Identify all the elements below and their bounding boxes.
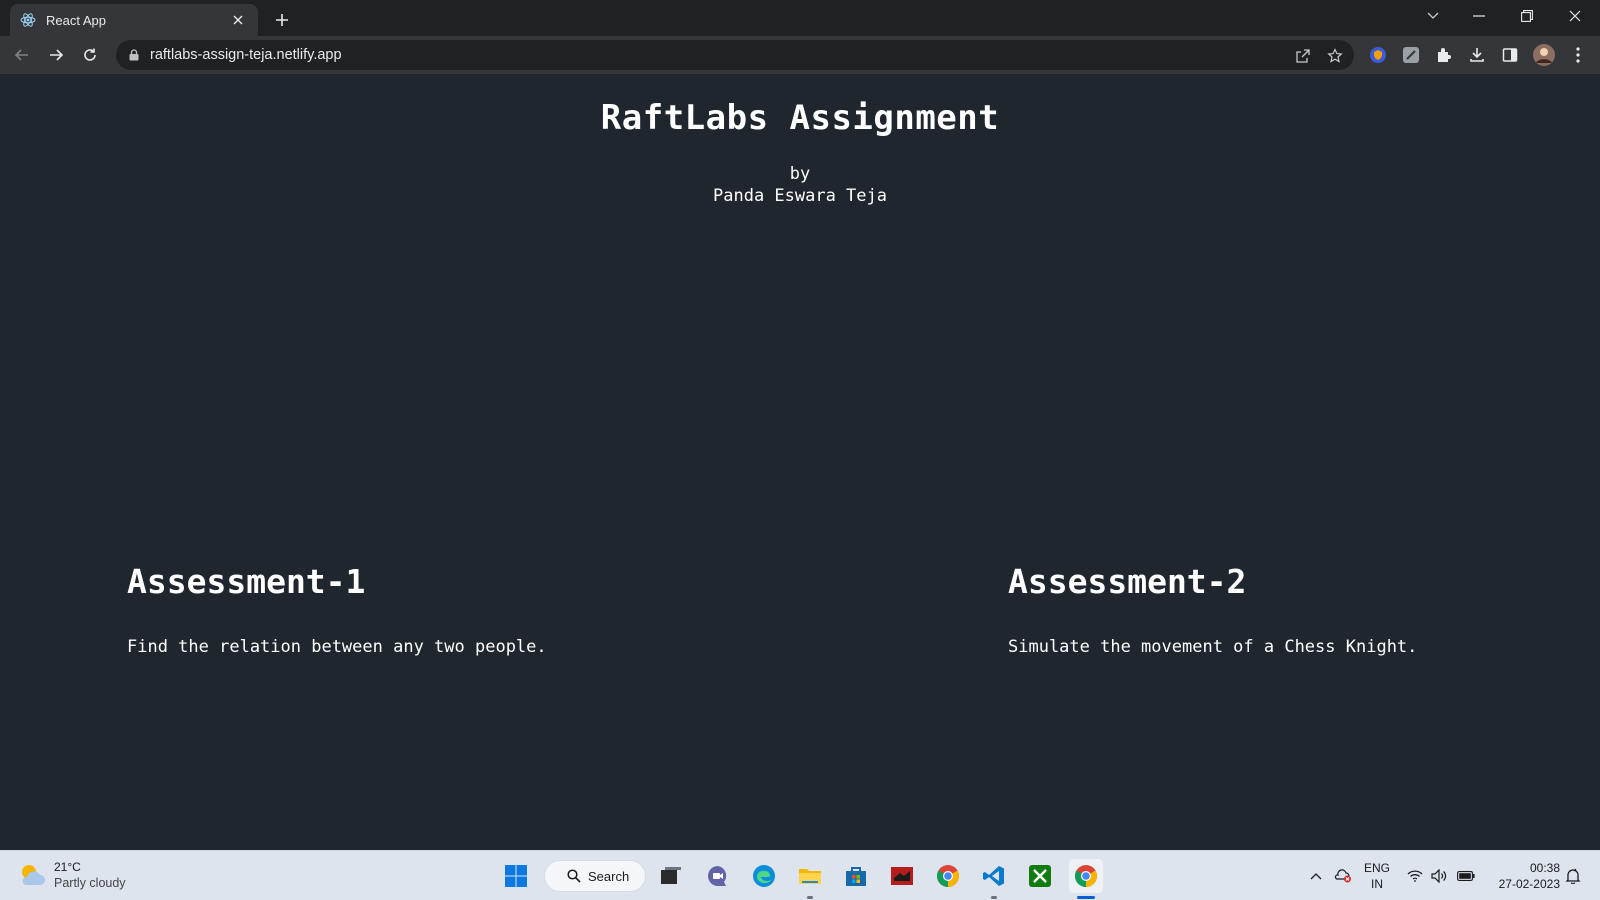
extensions-puzzle-icon[interactable] [1430, 41, 1458, 69]
cloud-error-icon [1334, 869, 1351, 883]
start-button[interactable] [499, 859, 533, 893]
search-icon [567, 869, 581, 883]
assessment-1-heading[interactable]: Assessment-1 [127, 562, 547, 601]
windows-logo-icon [505, 865, 527, 887]
forward-button[interactable] [42, 41, 70, 69]
lock-icon[interactable] [126, 47, 142, 63]
chrome-icon [937, 865, 959, 887]
tab-search-button[interactable] [1410, 0, 1456, 32]
battery-status[interactable] [1454, 851, 1478, 900]
teams-chat-button[interactable] [701, 859, 735, 893]
clock-date: 27-02-2023 [1498, 877, 1560, 891]
volume-status[interactable] [1428, 851, 1450, 900]
chat-icon [708, 866, 727, 886]
edge-icon [753, 865, 775, 887]
browser-tab[interactable]: React App [10, 4, 258, 36]
extension-pen-icon[interactable] [1397, 41, 1425, 69]
search-label: Search [588, 868, 630, 884]
red-app-button[interactable] [885, 859, 919, 893]
profile-avatar[interactable] [1530, 41, 1558, 69]
running-indicator [807, 896, 813, 899]
page-title: RaftLabs Assignment [600, 98, 1000, 138]
folder-icon [799, 869, 821, 884]
clock-time: 00:38 [1529, 861, 1560, 875]
chrome-active-button[interactable] [1069, 859, 1103, 899]
show-hidden-icons-button[interactable] [1306, 851, 1326, 900]
reload-icon [84, 48, 96, 61]
network-status[interactable] [1404, 851, 1426, 900]
vscode-icon [983, 866, 1004, 886]
assessment-1-description: Find the relation between any two people… [127, 637, 547, 657]
running-indicator [991, 896, 997, 899]
side-panel-icon[interactable] [1496, 41, 1524, 69]
weather-condition: Partly cloudy [54, 876, 126, 890]
close-icon [1569, 10, 1581, 22]
microsoft-store-button[interactable] [839, 859, 873, 893]
assessment-2-heading[interactable]: Assessment-2 [1008, 562, 1417, 601]
notifications-button[interactable] [1562, 851, 1584, 900]
store-icon [846, 867, 866, 886]
tab-title: React App [46, 12, 106, 28]
wifi-icon [1407, 870, 1423, 882]
arrow-right-icon [50, 49, 64, 61]
chevron-down-icon [1427, 12, 1439, 19]
task-view-button[interactable] [654, 859, 688, 893]
file-explorer-button[interactable] [793, 859, 827, 899]
restore-icon [1521, 10, 1533, 22]
close-tab-icon[interactable] [228, 10, 248, 30]
chevron-up-icon [1310, 873, 1322, 880]
onedrive-status[interactable] [1332, 851, 1354, 900]
download-icon[interactable] [1463, 41, 1491, 69]
partly-cloudy-icon [22, 865, 45, 885]
assessment-1-card[interactable]: Assessment-1 Find the relation between a… [127, 562, 547, 657]
url-text[interactable]: raftlabs-assign-teja.netlify.app [150, 47, 342, 63]
system-clock[interactable]: 00:38 27-02-2023 [1486, 860, 1560, 892]
assessment-2-description: Simulate the movement of a Chess Knight. [1008, 637, 1418, 657]
share-icon[interactable] [1294, 47, 1312, 65]
speaker-icon [1431, 869, 1447, 883]
xbox-icon [1029, 865, 1051, 887]
react-logo-icon [20, 12, 36, 28]
region-code: IN [1371, 877, 1383, 891]
weather-widget[interactable]: 21°C Partly cloudy [16, 859, 126, 891]
author-name: Panda Eswara Teja [713, 186, 887, 206]
assessment-2-card[interactable]: Assessment-2 Simulate the movement of a … [1008, 562, 1417, 657]
battery-icon [1457, 871, 1475, 881]
taskbar-search[interactable]: Search [544, 860, 646, 892]
vscode-button[interactable] [977, 859, 1011, 899]
page-content: RaftLabs Assignment by Panda Eswara Teja… [0, 74, 1600, 850]
chrome-icon [1075, 865, 1097, 887]
taskbar: 21°C Partly cloudy Search ENG IN 00:38 2… [0, 850, 1600, 900]
browser-tab-strip: React App [0, 0, 1600, 36]
minimize-button[interactable] [1456, 0, 1502, 32]
edge-button[interactable] [747, 859, 781, 893]
weather-temperature: 21°C [54, 860, 81, 874]
active-indicator [1077, 896, 1095, 899]
language-code: ENG [1363, 861, 1390, 875]
bookmark-star-icon[interactable] [1326, 47, 1344, 65]
plus-icon [276, 14, 288, 26]
back-button[interactable] [8, 41, 36, 69]
close-window-button[interactable] [1552, 0, 1598, 32]
reload-button[interactable] [76, 41, 104, 69]
red-app-icon [891, 867, 913, 885]
chrome-button[interactable] [931, 859, 965, 893]
restore-button[interactable] [1504, 0, 1550, 32]
minimize-icon [1473, 15, 1485, 17]
extension-shield-icon[interactable] [1364, 41, 1392, 69]
language-indicator[interactable]: ENG IN [1362, 860, 1392, 892]
browser-menu-icon[interactable] [1564, 41, 1592, 69]
arrow-left-icon [14, 49, 28, 61]
xbox-button[interactable] [1023, 859, 1057, 893]
bell-icon [1565, 868, 1581, 884]
new-tab-button[interactable] [270, 8, 294, 32]
byline-label: by [789, 164, 811, 184]
address-bar[interactable]: raftlabs-assign-teja.netlify.app [116, 40, 1354, 70]
task-view-icon [661, 867, 681, 884]
browser-toolbar: raftlabs-assign-teja.netlify.app [0, 36, 1600, 74]
